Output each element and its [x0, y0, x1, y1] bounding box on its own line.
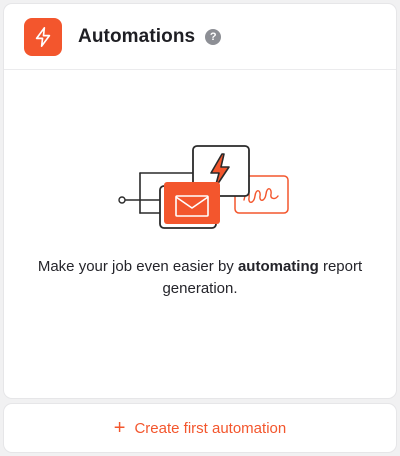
create-automation-label: Create first automation [134, 419, 287, 437]
empty-state-description: Make your job even easier by automating … [24, 256, 376, 300]
automations-card: Automations ? Make your job even easier … [4, 4, 396, 398]
envelope-card [159, 182, 220, 229]
card-header: Automations ? [4, 4, 396, 70]
flow-start-node [118, 196, 126, 204]
description-text: Make your job even easier by [37, 258, 238, 275]
plus-icon: + [113, 417, 126, 439]
page-title: Automations [78, 25, 196, 47]
question-mark-icon[interactable]: ? [205, 28, 222, 45]
description-emphasis: automating [237, 258, 319, 275]
card-body: Make your job even easier by automating … [4, 70, 396, 397]
create-first-automation-button[interactable]: + Create first automation [4, 404, 396, 452]
automation-illustration [118, 145, 289, 229]
lightning-bolt-icon [24, 17, 62, 56]
